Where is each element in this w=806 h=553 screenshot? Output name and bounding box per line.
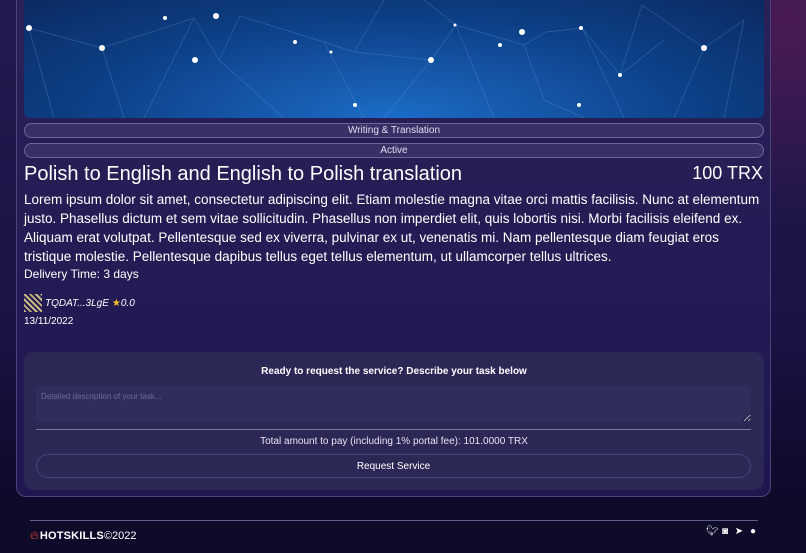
- delivery-time: Delivery Time: 3 days: [24, 267, 139, 281]
- category-badge: Writing & Translation: [24, 123, 764, 138]
- github-icon[interactable]: ●: [748, 526, 758, 537]
- twitter-icon[interactable]: 🐦︎: [706, 526, 719, 537]
- discord-icon[interactable]: ◙: [720, 526, 730, 537]
- service-description: Lorem ipsum dolor sit amet, consectetur …: [24, 192, 760, 264]
- flame-logo-icon: 🔥︎: [30, 528, 39, 542]
- footer-divider: [30, 520, 758, 521]
- divider: [36, 429, 751, 430]
- social-links: 🐦︎ ◙ ➤ ●: [706, 526, 758, 537]
- seller-address[interactable]: TQDAT...3LgE: [45, 298, 109, 309]
- service-date: 13/11/2022: [24, 316, 74, 327]
- star-icon: ★: [111, 297, 121, 309]
- status-badge: Active: [24, 143, 764, 158]
- service-price: 100 TRX: [692, 163, 763, 183]
- footer-brand[interactable]: 🔥︎ HOTSKILLS ©2022: [30, 528, 137, 543]
- network-illustration: [26, 0, 745, 118]
- service-title: Polish to English and English to Polish …: [24, 163, 463, 185]
- seller-info[interactable]: TQDAT...3LgE ★ 0.0: [24, 294, 135, 312]
- total-amount: Total amount to pay (including 1% portal…: [260, 436, 528, 447]
- brand-name: HOTSKILLS: [39, 529, 104, 542]
- copyright: ©2022: [103, 529, 137, 542]
- service-image: [24, 0, 764, 118]
- request-service-button[interactable]: Request Service: [36, 454, 751, 478]
- telegram-icon[interactable]: ➤: [734, 526, 744, 537]
- seller-avatar-icon: [24, 294, 42, 312]
- request-panel: Ready to request the service? Describe y…: [24, 352, 764, 490]
- seller-rating: 0.0: [120, 297, 135, 309]
- request-heading: Ready to request the service? Describe y…: [261, 366, 527, 377]
- task-description-input[interactable]: [36, 386, 751, 422]
